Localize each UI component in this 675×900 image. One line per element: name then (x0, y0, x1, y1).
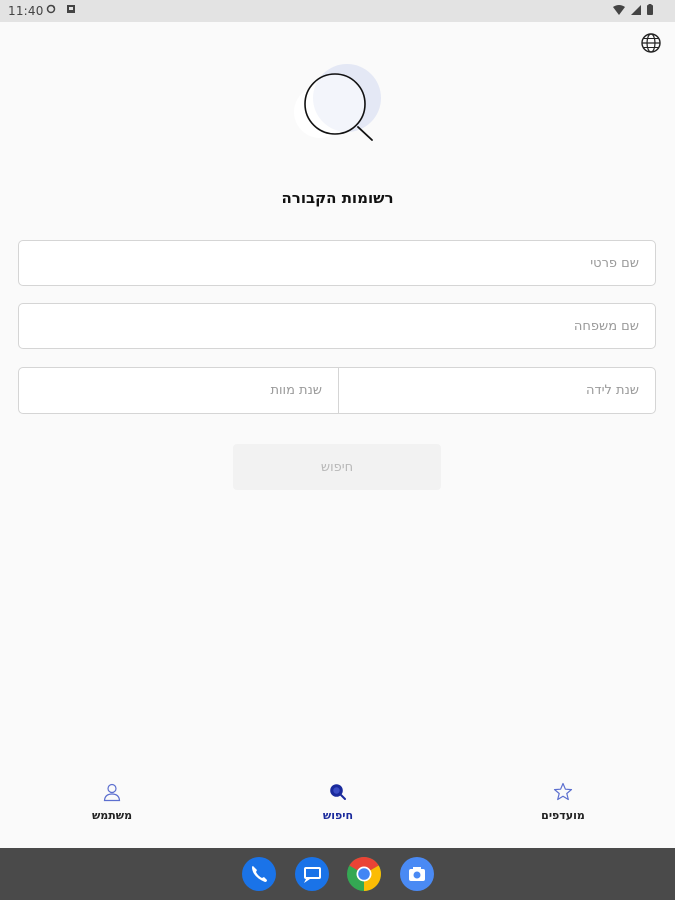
search-illustration-icon (294, 64, 381, 141)
year-row (18, 367, 656, 414)
nav-item-user[interactable]: משתמש (57, 782, 167, 822)
nav-label-search: חיפוש (322, 809, 354, 822)
phone-app-icon[interactable] (242, 857, 276, 891)
chrome-app-icon[interactable] (347, 857, 381, 891)
star-icon (553, 782, 573, 801)
notification-icon (67, 5, 75, 13)
system-dock (0, 848, 675, 900)
nav-label-user: משתמש (91, 809, 133, 822)
first-name-field-container (18, 240, 656, 286)
search-icon (330, 784, 346, 800)
search-button[interactable]: חיפוש (233, 444, 441, 490)
camera-app-icon[interactable] (400, 857, 434, 891)
battery-icon (647, 4, 653, 15)
birth-year-input[interactable] (339, 368, 655, 413)
page-title: רשומות הקבורה (281, 189, 394, 207)
status-icons (613, 4, 653, 15)
birth-year-container (339, 368, 655, 413)
status-bar: 11:40 (0, 0, 675, 22)
death-year-container (19, 368, 339, 413)
nav-label-favorites: מועדפים (541, 809, 585, 822)
signal-icon (631, 4, 641, 15)
last-name-field-container (18, 303, 656, 349)
status-time: 11:40 (8, 4, 44, 18)
last-name-input[interactable] (19, 304, 655, 348)
wifi-icon (613, 4, 625, 15)
first-name-input[interactable] (19, 241, 655, 285)
nav-item-search[interactable]: חיפוש (283, 782, 393, 822)
user-icon (103, 783, 121, 802)
sync-icon (46, 4, 56, 14)
bottom-nav: מועדפים חיפוש משתמש (0, 770, 675, 848)
messages-app-icon[interactable] (295, 857, 329, 891)
death-year-input[interactable] (19, 368, 338, 413)
nav-item-favorites[interactable]: מועדפים (508, 782, 618, 822)
globe-icon[interactable] (640, 32, 662, 54)
